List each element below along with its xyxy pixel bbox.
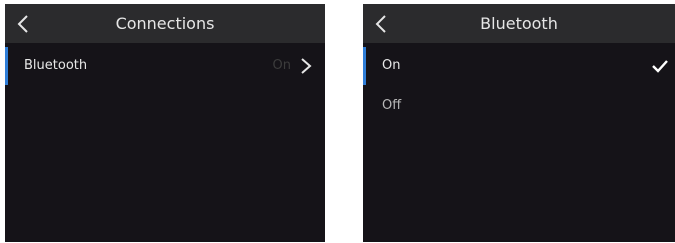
option-label: On — [382, 58, 401, 73]
page-title: Bluetooth — [480, 14, 558, 33]
checkmark-icon — [652, 60, 668, 73]
option-label: Off — [382, 98, 402, 113]
selection-indicator — [363, 47, 366, 85]
list-item-bluetooth[interactable]: Bluetooth On — [5, 47, 325, 85]
chevron-right-icon — [301, 58, 312, 74]
bluetooth-screen: Bluetooth On Off — [363, 4, 675, 242]
page-title: Connections — [115, 14, 215, 33]
connections-screen: Connections Bluetooth On — [5, 4, 325, 242]
list-item-value: On — [272, 58, 291, 73]
option-on[interactable]: On — [363, 47, 675, 85]
header: Bluetooth — [363, 4, 675, 43]
header: Connections — [5, 4, 325, 43]
selection-indicator — [5, 47, 8, 85]
option-off[interactable]: Off — [363, 87, 675, 125]
list-item-label: Bluetooth — [24, 58, 88, 73]
